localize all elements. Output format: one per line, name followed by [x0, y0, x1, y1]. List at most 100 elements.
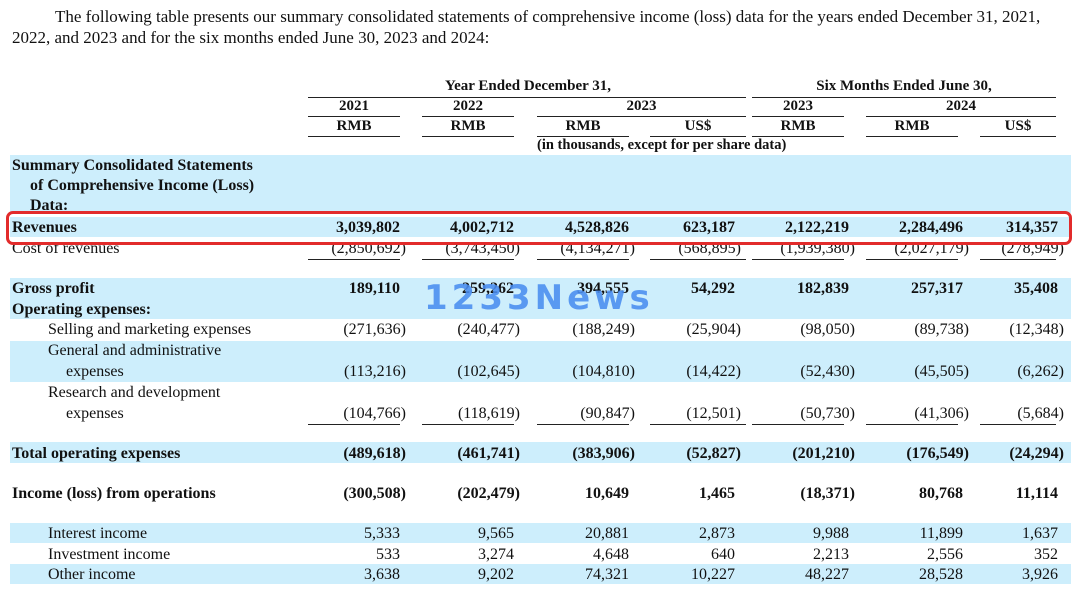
- table-cell: 3,926: [1022, 566, 1058, 583]
- table-cell: (90,847): [580, 405, 635, 422]
- table-cell: (102,645): [457, 363, 520, 380]
- header-year-2023: 2023: [626, 98, 657, 114]
- table-cell: 11,899: [919, 525, 963, 542]
- table-cell: 1,465: [699, 485, 735, 502]
- row-label-interest-income: Interest income: [48, 525, 148, 542]
- cell-underline: [537, 259, 629, 260]
- section-title: Summary Consolidated Statements: [12, 157, 253, 174]
- section-title: of Comprehensive Income (Loss): [30, 177, 255, 194]
- year-underline-six-2024: [866, 116, 1056, 117]
- table-cell: 9,565: [478, 525, 514, 542]
- header-currency: US$: [1004, 118, 1032, 134]
- year-underline-2022: [422, 116, 514, 117]
- header-units-note: (in thousands, except for per share data…: [537, 137, 787, 153]
- table-cell: (12,501): [686, 405, 741, 422]
- table-cell: 20,881: [585, 525, 629, 542]
- table-cell: 5,333: [364, 525, 400, 542]
- table-cell: 10,227: [691, 566, 735, 583]
- table-cell: 352: [1034, 546, 1058, 563]
- row-label-selling-marketing: Selling and marketing expenses: [48, 321, 252, 338]
- header-currency: RMB: [780, 118, 816, 134]
- row-label-total-operating-expenses: Total operating expenses: [12, 445, 181, 462]
- header-six-month-2024: 2024: [946, 98, 976, 114]
- table-cell: (489,618): [343, 445, 406, 462]
- row-label-general-admin: expenses: [66, 363, 124, 380]
- table-cell: 2,873: [699, 525, 735, 542]
- table-cell: (118,619): [457, 405, 520, 422]
- cell-underline: [650, 259, 746, 260]
- table-cell: 11,114: [1015, 485, 1058, 502]
- table-cell: 189,110: [348, 280, 400, 297]
- row-label-gross-profit: Gross profit: [12, 280, 95, 297]
- table-cell: 2,556: [927, 546, 963, 563]
- header-currency: RMB: [450, 118, 486, 134]
- currency-underline: [308, 136, 400, 137]
- table-cell: 48,227: [805, 566, 849, 583]
- watermark-logo: 1233News: [424, 278, 654, 318]
- row-label-income-from-operations: Income (loss) from operations: [12, 485, 216, 502]
- table-cell: (25,904): [686, 321, 741, 338]
- table-cell: 257,317: [911, 280, 963, 297]
- table-cell: (41,306): [914, 405, 969, 422]
- table-cell: (300,508): [343, 485, 406, 502]
- header-six-month-2023: 2023: [783, 98, 813, 114]
- header-year-2021: 2021: [339, 98, 369, 114]
- table-cell: 9,988: [813, 525, 849, 542]
- table-cell: (89,738): [914, 321, 969, 338]
- cell-underline: [422, 259, 514, 260]
- table-cell: (52,430): [800, 363, 855, 380]
- interest-band: [10, 523, 1071, 543]
- row-label-research-development: expenses: [66, 405, 124, 422]
- table-cell: 9,202: [478, 566, 514, 583]
- table-cell: (383,906): [572, 445, 635, 462]
- table-cell: 182,839: [797, 280, 849, 297]
- table-cell: 3,638: [364, 566, 400, 583]
- cell-underline: [308, 424, 400, 425]
- table-cell: (271,636): [343, 321, 406, 338]
- currency-underline: [980, 136, 1056, 137]
- cell-underline: [980, 259, 1056, 260]
- table-cell: (240,477): [457, 321, 520, 338]
- table-cell: (188,249): [572, 321, 635, 338]
- row-label-research-development: Research and development: [48, 384, 221, 401]
- row-label-other-income: Other income: [48, 566, 136, 583]
- header-currency: RMB: [894, 118, 930, 134]
- cell-underline: [866, 424, 958, 425]
- table-cell: 74,321: [585, 566, 629, 583]
- table-cell: 3,274: [478, 546, 514, 563]
- currency-underline: [422, 136, 514, 137]
- cell-underline: [752, 259, 844, 260]
- table-cell: 533: [376, 546, 400, 563]
- other-income-band: [10, 564, 1071, 584]
- table-cell: (98,050): [800, 321, 855, 338]
- table-cell: (24,294): [1009, 445, 1064, 462]
- table-cell: (113,216): [343, 363, 406, 380]
- row-label-general-admin: General and administrative: [48, 342, 222, 359]
- header-currency: RMB: [565, 118, 601, 134]
- table-cell: 1,637: [1022, 525, 1058, 542]
- table-cell: (104,766): [343, 405, 406, 422]
- table-cell: 80,768: [919, 485, 963, 502]
- header-currency: RMB: [336, 118, 372, 134]
- table-cell: 35,408: [1014, 280, 1058, 297]
- table-cell: (176,549): [906, 445, 969, 462]
- header-currency: US$: [684, 118, 712, 134]
- table-cell: (50,730): [800, 405, 855, 422]
- row-label-investment-income: Investment income: [48, 546, 171, 563]
- table-cell: (201,210): [792, 445, 855, 462]
- table-cell: (52,827): [686, 445, 741, 462]
- year-underline-2021: [308, 116, 400, 117]
- table-cell: (5,684): [1017, 405, 1064, 422]
- table-cell: 640: [711, 546, 735, 563]
- table-cell: 54,292: [691, 280, 735, 297]
- table-cell: 2,213: [813, 546, 849, 563]
- cell-underline: [308, 259, 400, 260]
- year-underline-six-2023: [752, 116, 844, 117]
- cell-underline: [752, 424, 844, 425]
- year-underline-2023: [537, 116, 746, 117]
- revenues-highlight-box: [6, 211, 1072, 245]
- cell-underline: [650, 424, 746, 425]
- currency-underline: [866, 136, 958, 137]
- header-six-month-group: Six Months Ended June 30,: [816, 78, 992, 94]
- table-cell: 10,649: [585, 485, 629, 502]
